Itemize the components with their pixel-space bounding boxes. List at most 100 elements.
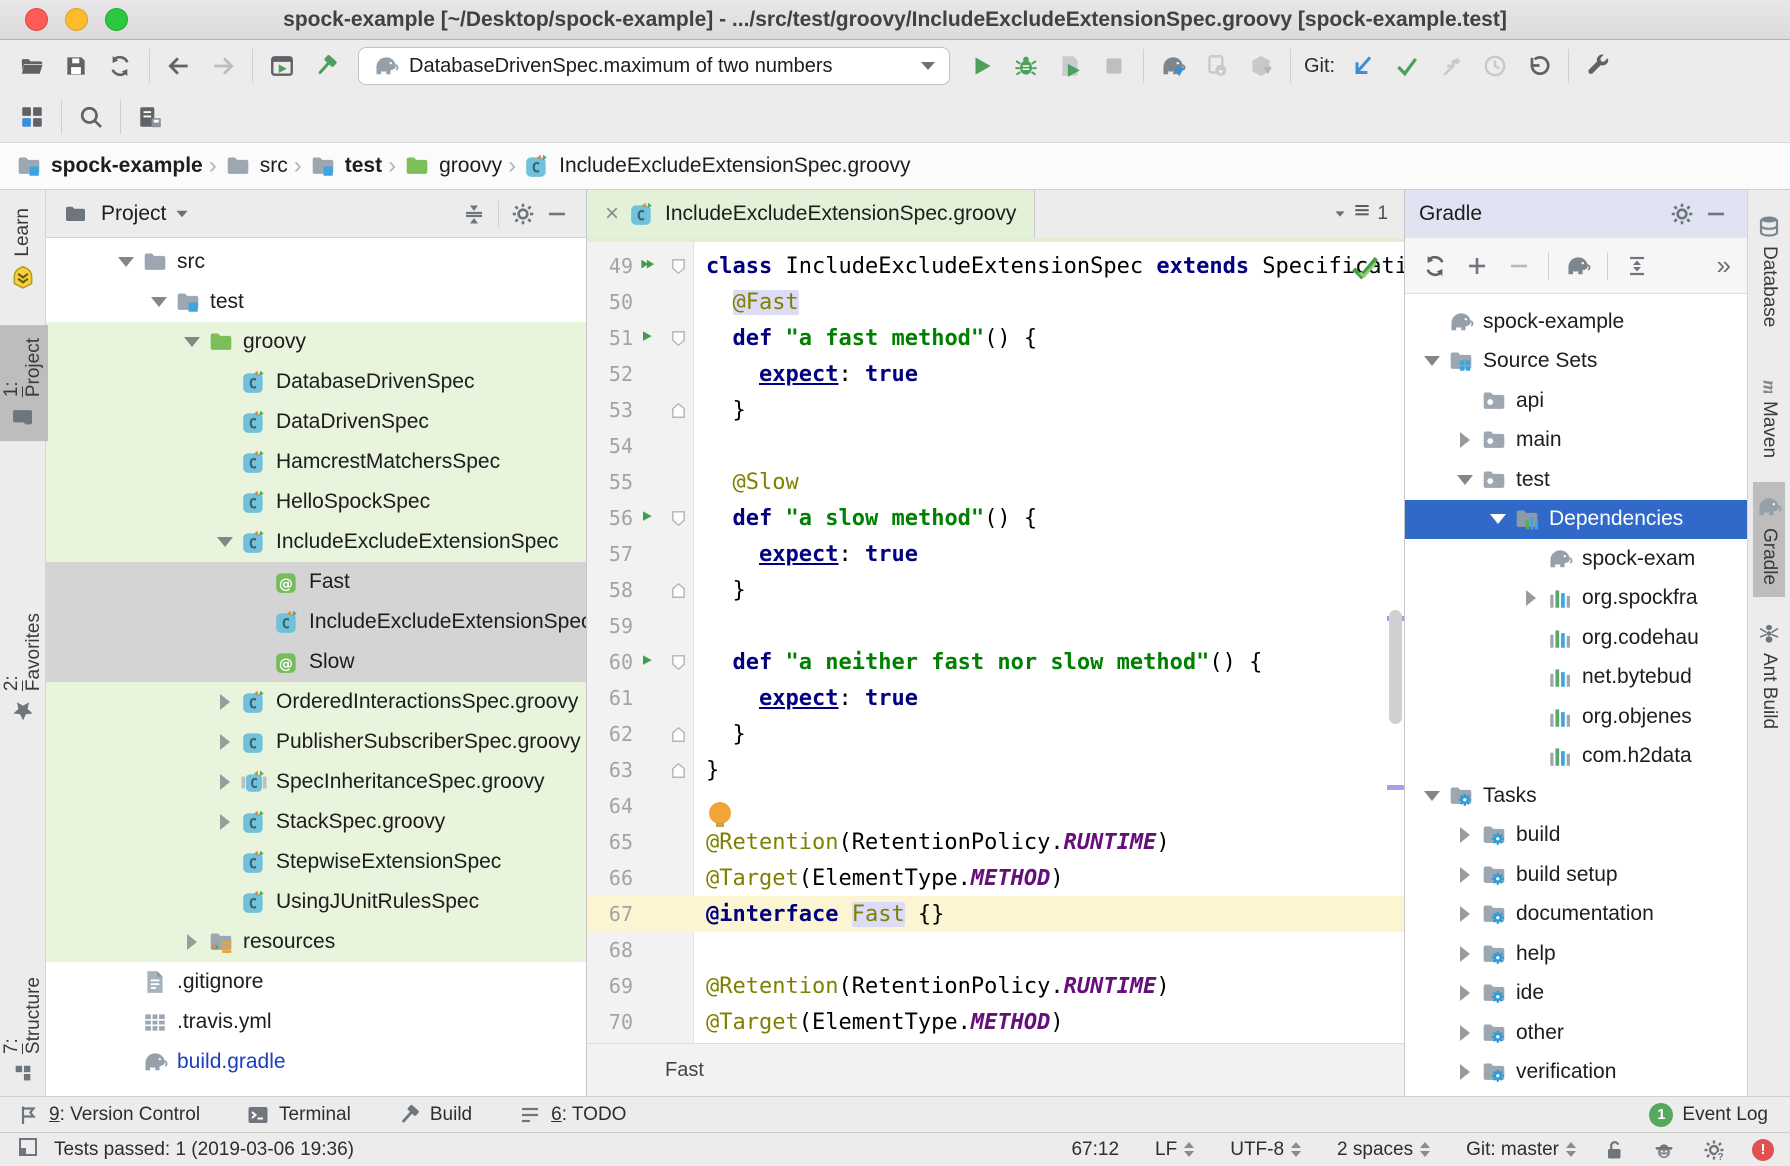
code-line-51[interactable]: 51 def "a fast method"() {: [587, 320, 1404, 356]
tree-row-specinheritancespec-groovy[interactable]: CSpecInheritanceSpec.groovy: [46, 762, 586, 802]
elephant-run-button[interactable]: [1558, 246, 1598, 286]
toolwindow-toggle-icon[interactable]: [16, 1135, 40, 1165]
coverage-button[interactable]: [1048, 44, 1092, 88]
tree-row-stepwiseextensionspec[interactable]: CStepwiseExtensionSpec: [46, 842, 586, 882]
gradle-refresh-button[interactable]: [1151, 44, 1195, 88]
gear-question-button[interactable]: ?: [1702, 1138, 1726, 1162]
code-line-70[interactable]: 70@Target(ElementType.METHOD): [587, 1004, 1404, 1040]
tree-row-dependencies[interactable]: Dependencies: [1405, 500, 1747, 540]
tree-row-test[interactable]: test: [46, 282, 586, 322]
tree-row-tasks[interactable]: Tasks: [1405, 776, 1747, 816]
tool-stripe-database[interactable]: Database: [1754, 202, 1784, 339]
chevron-collapsed-icon[interactable]: [208, 774, 241, 790]
project-blocks-button[interactable]: [10, 95, 54, 139]
tree-row-hellospockspec[interactable]: CHelloSpockSpec: [46, 482, 586, 522]
code-line-63[interactable]: 63}: [587, 752, 1404, 788]
status-widget-git-master[interactable]: Git: master: [1466, 1139, 1576, 1161]
tree-row-org-spockfra[interactable]: org.spockfra: [1405, 579, 1747, 619]
search-everywhere-button[interactable]: [69, 95, 113, 139]
tool-stripe-ant-build[interactable]: Ant Build: [1754, 609, 1784, 741]
run-test-icon[interactable]: [633, 329, 663, 348]
tree-row-spock-exam[interactable]: spock-exam: [1405, 539, 1747, 579]
toolwindow-button-event-log[interactable]: 1Event Log: [1649, 1103, 1768, 1127]
tab-include-exclude-extension-spec[interactable]: × C IncludeExcludeExtensionSpec.groovy: [587, 190, 1035, 238]
tree-row-usingjunitrulesspec[interactable]: CUsingJUnitRulesSpec: [46, 882, 586, 922]
tree-row-datadrivenspec[interactable]: CDataDrivenSpec: [46, 402, 586, 442]
hide-minus-button[interactable]: [540, 197, 574, 231]
chevrons-right-icon[interactable]: »: [1717, 250, 1737, 281]
tree-row-groovy[interactable]: groovy: [46, 322, 586, 362]
tree-row-other[interactable]: other: [1405, 1013, 1747, 1053]
hector-button[interactable]: [1652, 1138, 1676, 1162]
close-window-button[interactable]: [25, 8, 48, 31]
chevron-expanded-icon[interactable]: [1448, 475, 1481, 485]
fold-region-start-icon[interactable]: [663, 258, 694, 275]
scrollbar-thumb[interactable]: [1389, 610, 1402, 724]
tool-stripe-7-structure[interactable]: 7: Structure: [0, 965, 48, 1096]
git-history-disabled-button[interactable]: [1473, 44, 1517, 88]
code-line-56[interactable]: 56 def "a slow method"() {: [587, 500, 1404, 536]
code-line-54[interactable]: 54: [587, 428, 1404, 464]
attach-disabled-button[interactable]: [1195, 44, 1239, 88]
open-project-button[interactable]: [10, 44, 54, 88]
fold-region-start-icon[interactable]: [663, 510, 694, 527]
chevron-expanded-icon[interactable]: [208, 537, 241, 547]
tree-row-help[interactable]: help: [1405, 934, 1747, 974]
toolwindow-button-6-todo[interactable]: 6: TODO: [518, 1103, 626, 1127]
build-hammer-button[interactable]: [304, 44, 348, 88]
code-line-50[interactable]: 50 @Fast: [587, 284, 1404, 320]
chevron-collapsed-icon[interactable]: [208, 734, 241, 750]
tree-row-verification[interactable]: verification: [1405, 1053, 1747, 1093]
fold-region-start-icon[interactable]: [663, 654, 694, 671]
project-panel-title[interactable]: Project: [101, 202, 166, 226]
code-editor[interactable]: 49class IncludeExcludeExtensionSpec exte…: [587, 242, 1404, 1043]
settings-gear-button[interactable]: [1665, 197, 1699, 231]
chevron-expanded-icon[interactable]: [1415, 356, 1448, 366]
code-line-66[interactable]: 66@Target(ElementType.METHOD): [587, 860, 1404, 896]
run-configuration-select[interactable]: DatabaseDrivenSpec.maximum of two number…: [358, 47, 950, 85]
inspections-passed-icon[interactable]: [1350, 252, 1380, 288]
minus-button[interactable]: [1499, 246, 1539, 286]
editor-scrollbar[interactable]: [1387, 242, 1404, 1043]
git-push-disabled-button[interactable]: [1429, 44, 1473, 88]
minimize-window-button[interactable]: [65, 8, 88, 31]
chevron-down-icon[interactable]: [177, 210, 188, 216]
settings-gear-button[interactable]: [506, 197, 540, 231]
tree-row-hamcrestmatchersspec[interactable]: CHamcrestMatchersSpec: [46, 442, 586, 482]
code-line-52[interactable]: 52 expect: true: [587, 356, 1404, 392]
tool-stripe-learn[interactable]: Learn: [7, 196, 39, 303]
tool-stripe-maven[interactable]: mMaven: [1754, 357, 1784, 470]
tab-list-icon[interactable]: [1352, 201, 1372, 227]
toolwindow-button-build[interactable]: Build: [397, 1103, 472, 1127]
tree-row-publishersubscriberspec-groovy[interactable]: CPublisherSubscriberSpec.groovy: [46, 722, 586, 762]
code-line-53[interactable]: 53 }: [587, 392, 1404, 428]
breadcrumb-item-spock-example[interactable]: spock-example: [16, 153, 203, 179]
tree-row-build-gradle[interactable]: build.gradle: [46, 1042, 586, 1082]
tree-row-databasedrivenspec[interactable]: CDatabaseDrivenSpec: [46, 362, 586, 402]
chevron-collapsed-icon[interactable]: [175, 934, 208, 950]
forward-button[interactable]: [201, 44, 245, 88]
tree-row-com-h2data[interactable]: com.h2data: [1405, 737, 1747, 777]
save-all-button[interactable]: [54, 44, 98, 88]
git-commit-button[interactable]: [1385, 44, 1429, 88]
tree-row-org-codehau[interactable]: org.codehau: [1405, 618, 1747, 658]
status-widget-lf[interactable]: LF: [1155, 1139, 1194, 1161]
chevron-expanded-icon[interactable]: [175, 337, 208, 347]
tool-stripe-2-favorites[interactable]: 2: Favorites: [0, 601, 48, 735]
tree-row-travis-yml[interactable]: .travis.yml: [46, 1002, 586, 1042]
tool-stripe-gradle[interactable]: Gradle: [1753, 482, 1785, 597]
debug-button[interactable]: [1004, 44, 1048, 88]
tree-row-spock-example[interactable]: spock-example: [1405, 302, 1747, 342]
breadcrumb-item-includeexcludeextensionspec-groovy[interactable]: CIncludeExcludeExtensionSpec.groovy: [524, 153, 910, 179]
intention-lightbulb-icon[interactable]: [709, 802, 731, 824]
code-line-57[interactable]: 57 expect: true: [587, 536, 1404, 572]
close-icon[interactable]: ×: [605, 202, 619, 226]
chevron-collapsed-icon[interactable]: [1448, 985, 1481, 1001]
chevron-expanded-icon[interactable]: [1415, 791, 1448, 801]
tree-row-test[interactable]: test: [1405, 460, 1747, 500]
toolwindow-button-9-version-control[interactable]: 9: Version Control: [16, 1103, 200, 1127]
expand-all-button[interactable]: [1617, 246, 1657, 286]
toolwindow-button-terminal[interactable]: Terminal: [246, 1103, 351, 1127]
tree-row-src[interactable]: src: [46, 242, 586, 282]
breadcrumb-item-test[interactable]: test: [310, 153, 382, 179]
